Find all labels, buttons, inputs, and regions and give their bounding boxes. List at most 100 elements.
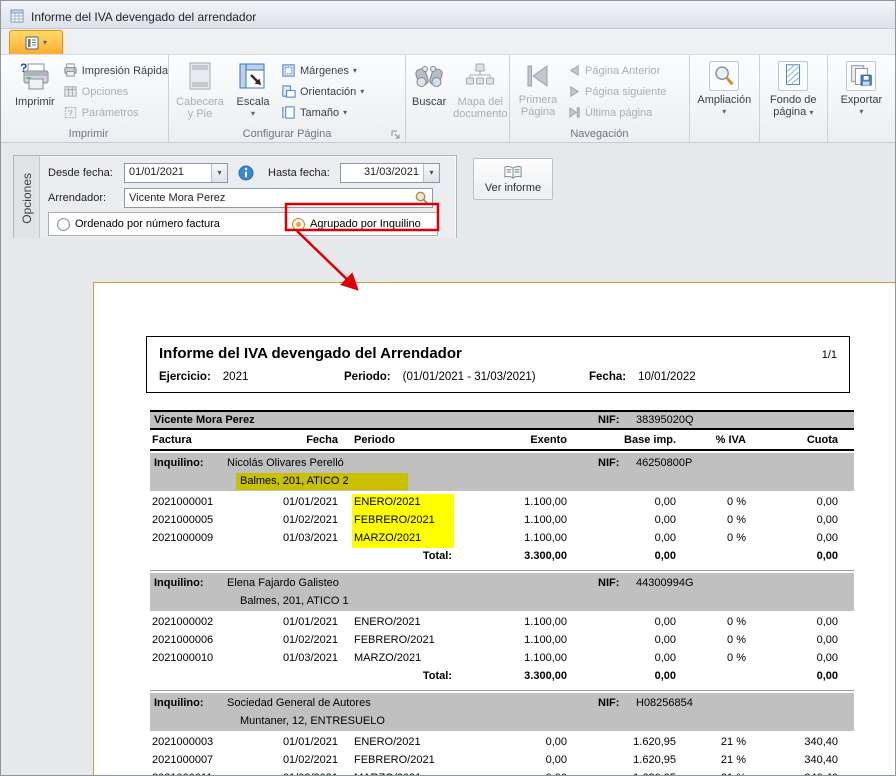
ribbon-group-exportar: Exportar ▾ [828, 55, 895, 142]
next-page-button[interactable]: Página siguiente [564, 81, 672, 102]
svg-text:?: ? [20, 61, 27, 75]
print-options-button[interactable]: Opciones [59, 81, 174, 102]
invoice-row: 202100001001/03/2021MARZO/20211.100,000,… [150, 650, 854, 668]
ribbon: ? Imprimir Impresión Rápida Opciones ? P… [1, 55, 895, 143]
document-map-button[interactable]: Mapa del documento [450, 57, 510, 125]
from-date-combo[interactable]: 01/01/2021 ▾ [124, 163, 228, 183]
export-button[interactable]: Exportar ▾ [830, 57, 892, 125]
report-ejercicio: 2021 [223, 371, 249, 383]
scale-icon [237, 61, 269, 93]
window-icon [10, 9, 25, 24]
from-date-dropdown-arrow-icon[interactable]: ▾ [211, 164, 227, 182]
zoom-dropdown-arrow-icon: ▾ [722, 106, 726, 118]
info-icon [238, 165, 254, 181]
invoice-row: 202100000101/01/2021ENERO/20211.100,000,… [150, 494, 854, 512]
invoice-row: 202100000901/03/2021MARZO/20211.100,000,… [150, 530, 854, 548]
margins-button[interactable]: Márgenes▾ [277, 60, 370, 81]
options-panel: Opciones Desde fecha: 01/01/2021 ▾ Hasta… [13, 155, 457, 241]
menu-dropdown-arrow-icon: ▾ [43, 38, 47, 47]
magnifier-icon [709, 61, 739, 91]
previous-page-button[interactable]: Página Anterior [564, 60, 672, 81]
options-area: Opciones Desde fecha: 01/01/2021 ▾ Hasta… [1, 143, 895, 238]
landlord-label: Arrendador: [48, 192, 124, 204]
tenant-nif: H08256854 [636, 695, 693, 712]
to-date-value: 31/03/2021 [341, 164, 423, 182]
first-page-icon [523, 61, 553, 91]
ribbon-group-configurar-pagina: Cabecera y Pie Escala ▾ Márgenes▾ Orient… [169, 55, 406, 142]
periodo-highlighted: MARZO/2021 [352, 530, 454, 548]
parameters-icon: ? [63, 105, 78, 120]
radio-unselected-icon [57, 218, 70, 231]
to-date-label: Hasta fecha: [268, 167, 340, 179]
quick-print-button[interactable]: Impresión Rápida [59, 60, 174, 81]
size-button[interactable]: Tamaño▾ [277, 102, 370, 123]
group-total-row: Total:3.300,000,000,00 [150, 548, 854, 566]
find-button[interactable]: Buscar [408, 57, 450, 125]
size-dropdown-arrow-icon: ▾ [343, 108, 347, 117]
report-page-number: 1/1 [822, 349, 837, 361]
tenant-band: Inquilino: Sociedad General de Autores N… [150, 693, 854, 731]
group-divider [150, 570, 854, 571]
dialog-launcher-icon[interactable] [391, 130, 401, 140]
to-date-combo[interactable]: 31/03/2021 ▾ [340, 163, 440, 183]
app-window: Informe del IVA devengado del arrendador… [0, 0, 896, 776]
page-background-button[interactable]: Fondo depágina ▾ [762, 57, 825, 125]
last-page-button[interactable]: Última página [564, 102, 672, 123]
periodo-highlighted: ENERO/2021 [352, 494, 454, 512]
radio-ordenado-por-factura[interactable]: Ordenado por número factura [57, 218, 292, 231]
landlord-nif: 38395020Q [636, 414, 694, 426]
radio-selected-icon [292, 218, 305, 231]
tenant-address-highlighted: Balmes, 201, ATICO 2 [236, 473, 408, 490]
export-icon [846, 61, 876, 91]
lookup-magnifier-icon[interactable] [414, 190, 429, 205]
orientation-button[interactable]: Orientación▾ [277, 81, 370, 102]
print-parameters-button[interactable]: ? Parámetros [59, 102, 174, 123]
page-background-icon [778, 61, 808, 91]
group-label-navegacion: Navegación [512, 127, 687, 142]
landlord-name: Vicente Mora Perez [150, 414, 598, 426]
header-footer-icon [185, 61, 215, 93]
to-date-dropdown-arrow-icon[interactable]: ▾ [423, 164, 439, 182]
landlord-field[interactable]: Vicente Mora Perez [124, 188, 433, 208]
open-book-icon [504, 165, 522, 180]
options-grid-icon [63, 84, 78, 99]
tenant-address: Muntaner, 12, ENTRESUELO [236, 713, 436, 730]
view-report-button[interactable]: Ver informe [473, 158, 553, 200]
ribbon-group-navegacion: Primera Página Página Anterior Página si… [510, 55, 690, 142]
export-dropdown-arrow-icon: ▾ [859, 106, 863, 118]
binoculars-icon [413, 61, 445, 93]
group-label-configurar: Configurar Página [171, 127, 403, 142]
header-footer-button[interactable]: Cabecera y Pie [171, 57, 229, 125]
orientation-icon [281, 84, 296, 99]
sort-mode-radiogroup: Ordenado por número factura Agrupado por… [48, 212, 438, 236]
tenant-nif: 44300994G [636, 575, 694, 592]
invoice-row: 202100000301/01/2021ENERO/20210,001.620,… [150, 734, 854, 752]
from-date-value: 01/01/2021 [125, 164, 211, 182]
printer-icon: ? [19, 61, 51, 93]
tenant-name: Sociedad General de Autores [213, 695, 598, 712]
ribbon-group-ampliacion: Ampliación ▾ [690, 55, 760, 142]
landlord-value: Vicente Mora Perez [125, 190, 414, 206]
first-page-button[interactable]: Primera Página [512, 57, 564, 125]
options-side-tab: Opciones [14, 156, 40, 240]
title-bar: Informe del IVA devengado del arrendador [1, 1, 895, 29]
window-title: Informe del IVA devengado del arrendador [31, 10, 256, 24]
report-fecha: 10/01/2022 [638, 371, 696, 383]
tenant-address: Balmes, 201, ATICO 1 [236, 593, 408, 610]
tenant-name: Elena Fajardo Galisteo [213, 575, 598, 592]
invoice-row: 202100000501/02/2021FEBRERO/20211.100,00… [150, 512, 854, 530]
document-map-icon [465, 61, 495, 93]
previous-page-icon [568, 64, 581, 77]
ribbon-group-fondo: Fondo depágina ▾ [760, 55, 828, 142]
radio-agrupado-por-inquilino[interactable]: Agrupado por Inquilino [292, 218, 421, 231]
menu-tab[interactable]: ▾ [9, 30, 63, 54]
invoice-row: 202100000201/01/2021ENERO/20211.100,000,… [150, 614, 854, 632]
tenant-nif: 46250800P [636, 455, 692, 472]
margins-dropdown-arrow-icon: ▾ [353, 66, 357, 75]
zoom-button[interactable]: Ampliación ▾ [692, 57, 757, 125]
invoice-row: 202100000701/02/2021FEBRERO/20210,001.62… [150, 752, 854, 770]
svg-text:?: ? [68, 108, 73, 118]
ribbon-group-buscar: Buscar Mapa del documento [406, 55, 510, 142]
scale-button[interactable]: Escala ▾ [229, 57, 277, 125]
print-button[interactable]: ? Imprimir [11, 57, 59, 125]
